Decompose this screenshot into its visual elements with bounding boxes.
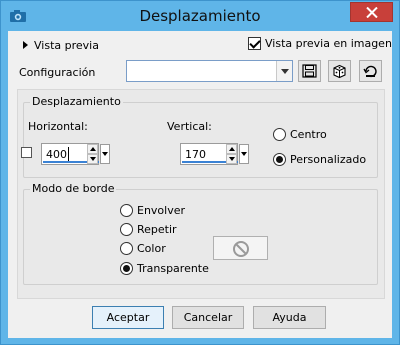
horizontal-value: 400 <box>46 148 67 161</box>
radio-repetir[interactable]: Repetir <box>120 223 177 236</box>
preview-in-image-checkbox[interactable]: Vista previa en imagen <box>248 37 392 50</box>
color-swatch[interactable] <box>213 236 268 260</box>
reset-icon <box>363 65 377 78</box>
vertical-spinner[interactable]: 170 <box>180 143 252 165</box>
link-checkbox[interactable] <box>21 147 32 158</box>
text-caret <box>68 147 69 161</box>
spin-up-icon[interactable] <box>87 144 98 154</box>
save-icon <box>302 64 317 78</box>
offset-group-title: Desplazamiento <box>30 95 123 108</box>
chevron-down-icon[interactable] <box>276 61 292 81</box>
window-title: Desplazamiento <box>139 7 261 25</box>
settings-panel: Desplazamiento Horizontal: 400 Vertical: <box>17 89 385 299</box>
help-button[interactable]: Ayuda <box>253 306 326 329</box>
edge-mode-group-title: Modo de borde <box>30 182 117 195</box>
horizontal-updown[interactable] <box>87 144 98 164</box>
close-icon <box>366 7 378 18</box>
save-preset-button[interactable] <box>298 60 321 82</box>
dialog-client-area: Vista previa Vista previa en imagen Conf… <box>8 31 392 338</box>
custom-radio[interactable]: Personalizado <box>273 153 366 166</box>
checkbox-checked-icon[interactable] <box>248 37 261 50</box>
vertical-updown[interactable] <box>226 144 237 164</box>
custom-label: Personalizado <box>290 153 367 166</box>
config-combobox[interactable] <box>126 60 293 82</box>
radio-unselected-icon[interactable] <box>273 128 286 141</box>
radio-unselected-icon[interactable] <box>120 242 133 255</box>
no-color-icon <box>233 241 249 257</box>
center-label: Centro <box>290 128 327 141</box>
reset-button[interactable] <box>359 60 382 82</box>
transparente-label: Transparente <box>137 262 209 275</box>
preview-in-image-label: Vista previa en imagen <box>265 37 392 50</box>
repetir-label: Repetir <box>137 223 177 236</box>
color-label: Color <box>137 242 166 255</box>
radio-unselected-icon[interactable] <box>120 223 133 236</box>
horizontal-spinner[interactable]: 400 <box>41 143 113 165</box>
center-radio[interactable]: Centro <box>273 128 327 141</box>
radio-envolver[interactable]: Envolver <box>120 204 185 217</box>
radio-unselected-icon[interactable] <box>120 204 133 217</box>
random-preset-button[interactable] <box>328 60 351 82</box>
config-label: Configuración <box>19 66 96 79</box>
expand-arrow-icon <box>23 41 28 49</box>
dialog-window: Desplazamiento Vista previa Vista previa… <box>0 0 400 345</box>
close-button[interactable] <box>350 2 393 22</box>
spin-up-icon[interactable] <box>226 144 237 154</box>
dice-icon <box>333 64 346 79</box>
radio-selected-icon[interactable] <box>120 262 133 275</box>
vertical-label: Vertical: <box>167 120 212 133</box>
preview-toggle[interactable]: Vista previa <box>23 38 99 52</box>
envolver-label: Envolver <box>137 204 186 217</box>
radio-selected-icon[interactable] <box>273 153 286 166</box>
vertical-dropdown-arrow[interactable] <box>239 144 249 164</box>
horizontal-dropdown-arrow[interactable] <box>100 144 110 164</box>
accept-button[interactable]: Aceptar <box>92 306 164 329</box>
preview-toggle-label: Vista previa <box>34 38 99 52</box>
radio-transparente[interactable]: Transparente <box>120 262 209 275</box>
title-bar[interactable]: Desplazamiento <box>1 1 399 31</box>
spin-down-icon[interactable] <box>87 154 98 164</box>
vertical-value: 170 <box>185 148 206 161</box>
horizontal-label: Horizontal: <box>28 120 88 133</box>
spin-down-icon[interactable] <box>226 154 237 164</box>
radio-color[interactable]: Color <box>120 242 166 255</box>
cancel-button[interactable]: Cancelar <box>172 306 244 329</box>
